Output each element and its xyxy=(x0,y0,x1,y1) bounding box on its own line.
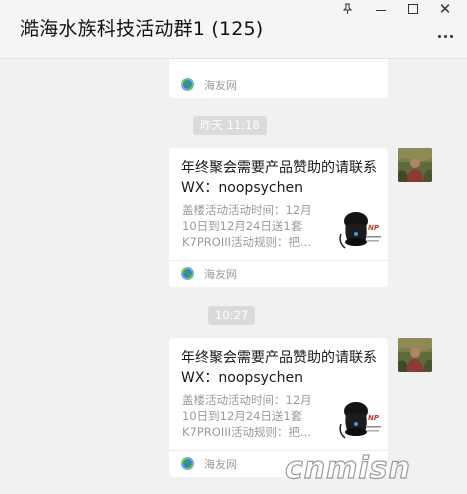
haiyou-logo-icon xyxy=(181,457,194,470)
haiyou-logo-icon xyxy=(181,267,194,280)
k7pro-product-image: NP xyxy=(335,394,383,442)
card-source-name: 海友网 xyxy=(204,268,237,281)
more-options-button[interactable] xyxy=(430,28,460,44)
message-list[interactable]: · · · · 海友网 昨天 11:18 年终聚会需要产品赞助的请联系 WX：n… xyxy=(0,59,467,494)
maximize-button[interactable] xyxy=(398,0,428,18)
maximize-icon xyxy=(408,4,418,14)
svg-text:NP: NP xyxy=(368,414,380,422)
cut-off-text: · · · · xyxy=(265,63,306,68)
pin-icon[interactable] xyxy=(332,0,362,18)
watermark: cnmisn xyxy=(284,450,411,486)
card-source-footer: 海友网 xyxy=(169,260,388,287)
link-card-partial[interactable]: · · · · 海友网 xyxy=(169,59,388,98)
card-source-name: 海友网 xyxy=(204,79,237,92)
haiyou-logo-icon xyxy=(181,78,194,91)
card-source-footer: · · · · 海友网 xyxy=(169,63,388,98)
k7pro-product-image: NP xyxy=(335,204,383,252)
card-description: 盖楼活动活动时间：12月 10日到12月24日送1套 K7PROIII活动规则：… xyxy=(182,393,312,439)
card-title: 年终聚会需要产品赞助的请联系 WX：noopsychen xyxy=(181,160,377,196)
link-card[interactable]: 年终聚会需要产品赞助的请联系 WX：noopsychen 盖楼活动活动时间：12… xyxy=(169,148,388,287)
chat-title: 澔海水族科技活动群1 (125) xyxy=(20,18,264,40)
card-title: 年终聚会需要产品赞助的请联系 WX：noopsychen xyxy=(181,350,377,386)
card-source-name: 海友网 xyxy=(204,458,237,471)
minimize-button[interactable] xyxy=(366,0,396,18)
svg-text:NP: NP xyxy=(368,224,380,232)
more-dots-icon xyxy=(437,34,441,38)
minimize-icon xyxy=(376,9,386,11)
timestamp: 昨天 11:18 xyxy=(193,116,267,135)
sender-avatar[interactable] xyxy=(398,148,432,182)
sender-avatar[interactable] xyxy=(398,338,432,372)
close-button[interactable]: ✕ xyxy=(430,0,460,18)
chat-header: 澔海水族科技活动群1 (125) ✕ xyxy=(0,0,467,59)
card-description: 盖楼活动活动时间：12月 10日到12月24日送1套 K7PROIII活动规则：… xyxy=(182,203,312,249)
close-icon: ✕ xyxy=(438,0,452,18)
timestamp: 10:27 xyxy=(208,306,256,325)
